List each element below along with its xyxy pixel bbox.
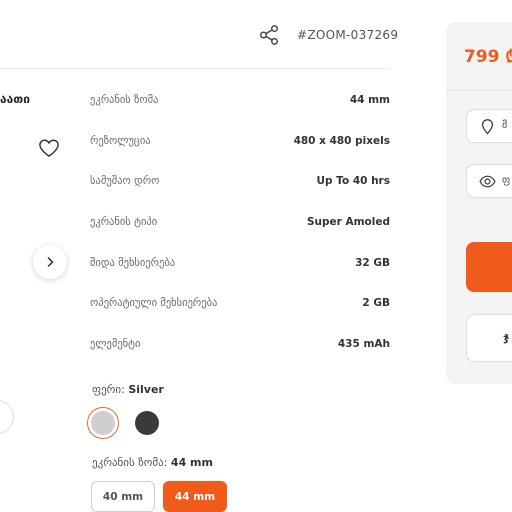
color-selected-value: Silver (128, 383, 164, 396)
spec-value: Super Amoled (306, 216, 390, 228)
size-label: ეკრანის ზომა: (92, 456, 168, 469)
eye-icon (479, 175, 496, 188)
color-label: ფერი: (92, 383, 125, 396)
spec-row-battery-life: სამუშაო დრო Up To 40 hrs (90, 171, 390, 191)
color-swatch-fill (91, 411, 115, 435)
product-title-fragment: აათი (0, 92, 30, 106)
buy-button[interactable] (466, 242, 512, 292)
size-option-44mm[interactable]: 44 mm (163, 481, 227, 512)
chevron-right-icon (47, 256, 54, 268)
product-code: #ZOOM-037269 (297, 28, 399, 42)
view-text: ფ (502, 175, 511, 186)
spec-value: Up To 40 hrs (316, 175, 390, 187)
price: 799 ₾ (464, 47, 512, 67)
color-swatch-dark[interactable] (135, 411, 159, 435)
spec-value: 32 GB (355, 257, 390, 269)
spec-label: ელემენტი (90, 338, 141, 350)
spec-row-storage: შიდა მეხსიერება 32 GB (90, 253, 390, 273)
spec-label: ეკრანის ტიპი (90, 216, 158, 228)
spec-row-screen-type: ეკრანის ტიპი Super Amoled (90, 212, 390, 232)
view-button[interactable]: ფ (466, 164, 512, 198)
spec-row-battery: ელემენტი 435 mAh (90, 334, 390, 354)
color-label-line: ფერი: Silver (92, 383, 164, 396)
size-selected-value: 44 mm (170, 456, 213, 469)
spec-row-resolution: რეზოლუცია 480 x 480 pixels (90, 131, 390, 151)
secondary-action-button[interactable]: ჯ (466, 314, 512, 362)
spec-label: ეკრანის ზომა (90, 94, 159, 106)
heart-icon[interactable] (38, 138, 60, 158)
spec-value: 44 mm (349, 94, 390, 106)
panel-divider (446, 90, 512, 91)
spec-label: შიდა მეხსიერება (90, 257, 176, 269)
spec-label: სამუშაო დრო (90, 175, 160, 187)
spec-value: 2 GB (362, 297, 390, 309)
spec-row-ram: ოპერატიული მეხსიერება 2 GB (90, 293, 390, 313)
secondary-action-text: ჯ (503, 330, 510, 344)
spec-label: რეზოლუცია (90, 135, 151, 147)
size-label-line: ეკრანის ზომა: 44 mm (92, 456, 213, 469)
size-option-40mm[interactable]: 40 mm (91, 481, 155, 512)
spec-value: 480 x 480 pixels (293, 135, 390, 147)
top-divider (0, 68, 390, 69)
spec-label: ოპერატიული მეხსიერება (90, 297, 218, 309)
thumbnail-nav-button[interactable] (0, 400, 14, 434)
store-location-text: მ (502, 120, 508, 131)
spec-value: 435 mAh (337, 338, 390, 350)
carousel-next-button[interactable] (33, 245, 67, 279)
share-icon[interactable] (258, 24, 280, 46)
location-pin-icon (481, 119, 494, 135)
store-location-button[interactable]: მ (466, 109, 512, 143)
color-swatch-silver[interactable] (87, 407, 119, 439)
spec-row-screen-size: ეკრანის ზომა 44 mm (90, 90, 390, 110)
